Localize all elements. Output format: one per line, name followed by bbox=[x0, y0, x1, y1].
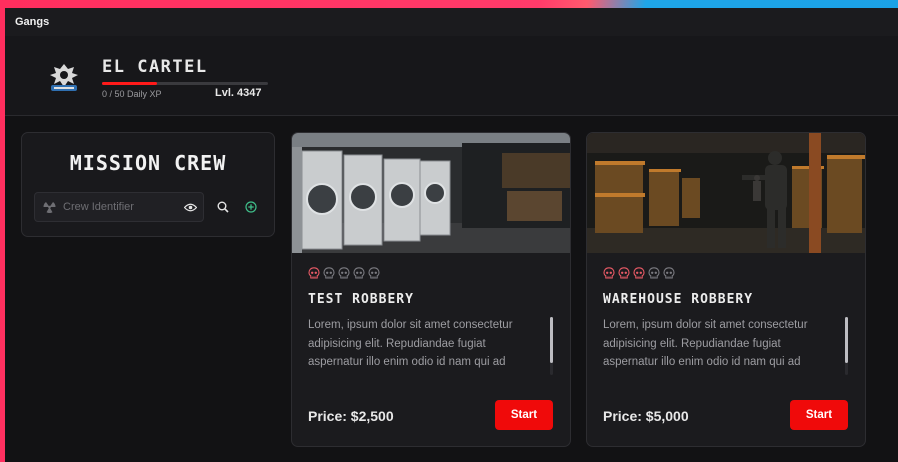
gang-name: EL CARTEL bbox=[102, 57, 208, 77]
crew-identifier-input[interactable] bbox=[63, 193, 173, 221]
gangs-window: Gangs EL CARTEL 0 / 50 Daily XP Lvl. 434… bbox=[5, 8, 898, 462]
mission-price: Price: $2,500 bbox=[308, 408, 394, 424]
skull-icon bbox=[308, 266, 320, 284]
mission-title: WAREHOUSE ROBBERY bbox=[603, 292, 754, 307]
description-scrollbar[interactable] bbox=[550, 317, 553, 375]
description-scrollbar[interactable] bbox=[845, 317, 848, 375]
radiation-icon bbox=[43, 202, 56, 213]
mission-description: Lorem, ipsum dolor sit amet consectetur … bbox=[308, 319, 513, 368]
eye-icon[interactable] bbox=[181, 198, 199, 216]
difficulty-rating bbox=[603, 266, 675, 284]
mission-price: Price: $5,000 bbox=[603, 408, 689, 424]
gang-level: Lvl. 4347 bbox=[215, 87, 262, 99]
skull-icon bbox=[633, 266, 645, 284]
search-icon[interactable] bbox=[214, 198, 232, 216]
skull-icon bbox=[338, 266, 350, 284]
skull-icon bbox=[648, 266, 660, 284]
skull-icon bbox=[603, 266, 615, 284]
laundromat-image bbox=[292, 133, 570, 253]
mission-card: WAREHOUSE ROBBERY Lorem, ipsum dolor sit… bbox=[586, 132, 866, 447]
mission-description: Lorem, ipsum dolor sit amet consectetur … bbox=[603, 319, 808, 368]
gang-header: EL CARTEL 0 / 50 Daily XP Lvl. 4347 bbox=[5, 36, 898, 116]
mission-crew-title: MISSION CREW bbox=[69, 151, 227, 175]
skull-icon bbox=[323, 266, 335, 284]
window-title: Gangs bbox=[5, 8, 898, 36]
start-button[interactable]: Start bbox=[790, 400, 848, 430]
mission-crew-panel: MISSION CREW bbox=[21, 132, 275, 237]
mission-title: TEST ROBBERY bbox=[308, 292, 414, 307]
gang-logo bbox=[45, 61, 83, 95]
skull-icon bbox=[663, 266, 675, 284]
xp-progress-fill bbox=[102, 82, 157, 85]
skull-icon bbox=[618, 266, 630, 284]
mission-card: TEST ROBBERY Lorem, ipsum dolor sit amet… bbox=[291, 132, 571, 447]
warehouse-image bbox=[587, 133, 865, 253]
crew-identifier-field[interactable] bbox=[34, 192, 204, 222]
start-button[interactable]: Start bbox=[495, 400, 553, 430]
daily-xp-text: 0 / 50 Daily XP bbox=[102, 89, 162, 99]
difficulty-rating bbox=[308, 266, 380, 284]
add-member-icon[interactable] bbox=[242, 198, 260, 216]
skull-icon bbox=[368, 266, 380, 284]
xp-progress-bar bbox=[102, 82, 268, 85]
skull-icon bbox=[353, 266, 365, 284]
